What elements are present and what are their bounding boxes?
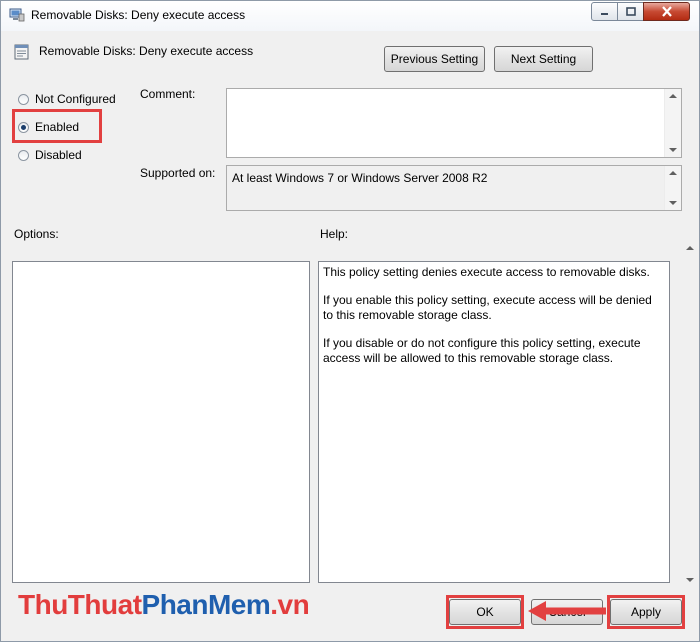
scroll-up-icon[interactable] <box>686 246 694 250</box>
scroll-down-icon[interactable] <box>669 148 677 152</box>
window-title: Removable Disks: Deny execute access <box>31 8 246 22</box>
watermark-logo: ThuThuatPhanMem.vn <box>18 589 310 621</box>
help-paragraph-1: This policy setting denies execute acces… <box>323 265 650 279</box>
next-setting-button[interactable]: Next Setting <box>494 46 593 72</box>
radio-disabled[interactable]: Disabled <box>18 147 82 163</box>
policy-setting-icon <box>14 44 29 60</box>
supported-on-field: At least Windows 7 or Windows Server 200… <box>226 165 682 211</box>
scroll-up-icon[interactable] <box>669 94 677 98</box>
radio-disabled-circle[interactable] <box>18 149 29 161</box>
left-arrow-icon <box>528 601 606 621</box>
enabled-highlight-box <box>12 109 102 143</box>
policy-dialog-window: Removable Disks: Deny execute access Rem… <box>0 0 700 642</box>
close-button[interactable] <box>643 2 690 21</box>
help-paragraph-3: If you disable or do not configure this … <box>323 336 641 365</box>
scroll-up-icon[interactable] <box>669 171 677 175</box>
maximize-icon <box>618 3 643 20</box>
comment-scrollbar[interactable] <box>664 89 681 157</box>
scroll-down-icon[interactable] <box>669 201 677 205</box>
minimize-icon <box>592 3 617 20</box>
minimize-button[interactable] <box>591 2 618 21</box>
radio-not-configured-circle[interactable] <box>18 93 29 105</box>
ok-highlight-box <box>446 595 524 629</box>
policy-name: Removable Disks: Deny execute access <box>39 44 254 58</box>
dialog-scrollbar[interactable] <box>682 241 699 587</box>
options-label: Options: <box>14 227 59 241</box>
previous-setting-button[interactable]: Previous Setting <box>384 46 485 72</box>
radio-not-configured-label: Not Configured <box>35 92 116 106</box>
radio-disabled-label: Disabled <box>35 148 82 162</box>
comment-textarea[interactable] <box>226 88 682 158</box>
help-pane: This policy setting denies execute acces… <box>318 261 670 583</box>
title-bar[interactable]: Removable Disks: Deny execute access <box>1 1 699 31</box>
options-pane <box>12 261 310 583</box>
supported-on-label: Supported on: <box>140 166 216 180</box>
supported-on-value: At least Windows 7 or Windows Server 200… <box>232 171 488 185</box>
radio-not-configured[interactable]: Not Configured <box>18 91 116 107</box>
policy-window-icon <box>9 8 25 22</box>
apply-highlight-box <box>607 595 685 629</box>
watermark-part-1: ThuThuat <box>18 589 142 620</box>
comment-label: Comment: <box>140 87 196 101</box>
help-paragraph-2: If you enable this policy setting, execu… <box>323 293 652 322</box>
maximize-button[interactable] <box>617 2 644 21</box>
supported-scrollbar[interactable] <box>664 166 681 210</box>
help-label: Help: <box>320 227 349 241</box>
close-icon <box>644 3 689 20</box>
watermark-part-3: .vn <box>270 589 310 620</box>
watermark-part-2: PhanMem <box>141 589 271 620</box>
scroll-down-icon[interactable] <box>686 578 694 582</box>
